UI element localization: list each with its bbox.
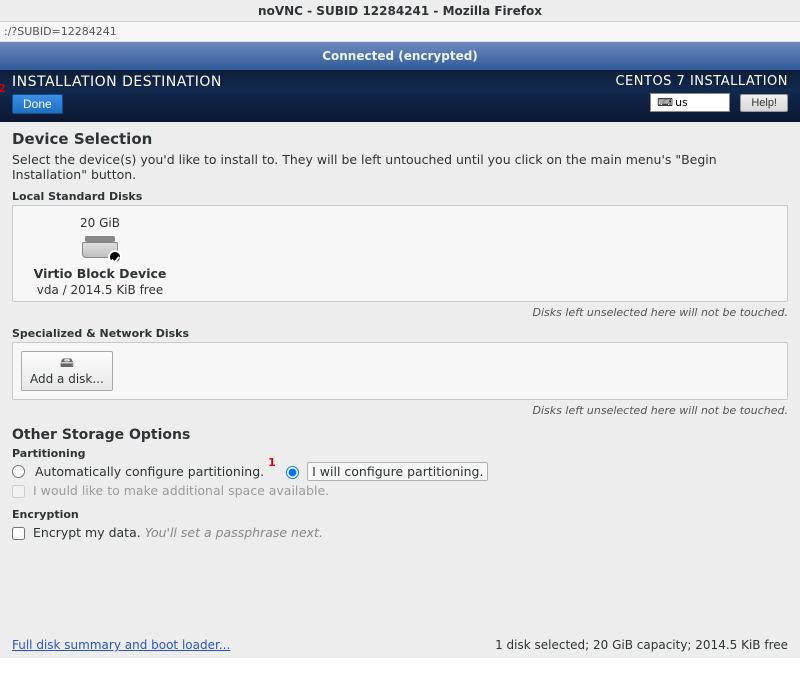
disk-detail: vda / 2014.5 KiB free xyxy=(25,283,175,297)
auto-partition-radio[interactable] xyxy=(12,465,25,478)
encryption-label: Encryption xyxy=(12,508,788,521)
harddrive-icon xyxy=(82,236,118,260)
encrypt-checkbox[interactable] xyxy=(12,527,25,540)
device-selection-heading: Device Selection xyxy=(12,130,788,148)
partitioning-options: Automatically configure partitioning. 1 … xyxy=(12,464,788,479)
done-button[interactable]: Done xyxy=(12,94,63,114)
special-disks-box: 🖴 Add a disk... xyxy=(12,342,788,400)
device-selection-instruction: Select the device(s) you'd like to insta… xyxy=(12,152,788,182)
disk-size: 20 GiB xyxy=(25,216,175,230)
main-content: Device Selection Select the device(s) yo… xyxy=(0,122,800,658)
other-storage-heading: Other Storage Options xyxy=(12,427,788,443)
additional-space-checkbox xyxy=(12,485,25,498)
url-bar[interactable]: :/?SUBID=12284241 xyxy=(0,22,800,42)
special-disks-label: Specialized & Network Disks xyxy=(12,327,788,340)
selected-check-icon xyxy=(108,250,122,264)
encrypt-row: Encrypt my data. You'll set a passphrase… xyxy=(12,525,788,540)
vnc-status: Connected (encrypted) xyxy=(0,42,800,70)
keyboard-layout-label: us xyxy=(675,96,688,109)
encrypt-label[interactable]: Encrypt my data. You'll set a passphrase… xyxy=(33,525,323,540)
local-disks-label: Local Standard Disks xyxy=(12,190,788,203)
add-disk-label: Add a disk... xyxy=(30,372,104,386)
footer: Full disk summary and boot loader... 1 d… xyxy=(0,632,800,658)
encrypt-text: Encrypt my data. xyxy=(33,525,141,540)
disk-name: Virtio Block Device xyxy=(25,266,175,281)
add-disk-button[interactable]: 🖴 Add a disk... xyxy=(21,351,113,391)
partitioning-label: Partitioning xyxy=(12,447,788,460)
additional-space-label: I would like to make additional space av… xyxy=(33,483,329,498)
annotation-two: 2 xyxy=(0,82,6,95)
annotation-one: 1 xyxy=(268,456,276,469)
keyboard-icon: ⌨ xyxy=(657,96,673,109)
disk-summary-text: 1 disk selected; 20 GiB capacity; 2014.5… xyxy=(495,638,788,652)
window-title: noVNC - SUBID 12284241 - Mozilla Firefox xyxy=(0,0,800,22)
local-disks-hint: Disks left unselected here will not be t… xyxy=(12,306,788,319)
disk-icon: 🖴 xyxy=(30,356,104,370)
special-disks-hint: Disks left unselected here will not be t… xyxy=(12,404,788,417)
installer-header: 2 INSTALLATION DESTINATION Done CENTOS 7… xyxy=(0,70,800,122)
encrypt-hint: You'll set a passphrase next. xyxy=(145,525,323,540)
help-button[interactable]: Help! xyxy=(740,94,788,112)
auto-partition-label[interactable]: Automatically configure partitioning. xyxy=(35,464,264,479)
manual-partition-radio[interactable] xyxy=(286,466,299,479)
manual-partition-label[interactable]: I will configure partitioning. xyxy=(307,462,488,481)
keyboard-layout-indicator[interactable]: ⌨us xyxy=(650,93,730,112)
distro-label: CENTOS 7 INSTALLATION xyxy=(615,74,788,89)
disk-item-vda[interactable]: 20 GiB Virtio Block Device vda / 2014.5 … xyxy=(25,216,175,297)
disk-summary-link[interactable]: Full disk summary and boot loader... xyxy=(12,638,230,652)
local-disks-box: 20 GiB Virtio Block Device vda / 2014.5 … xyxy=(12,205,788,302)
additional-space-row: I would like to make additional space av… xyxy=(12,483,788,498)
